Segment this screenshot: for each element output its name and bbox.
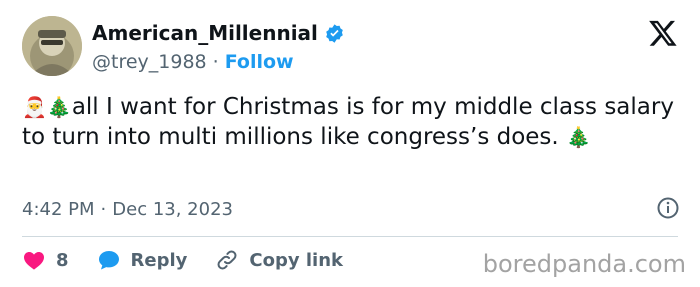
tweet-meta: 4:42 PM · Dec 13, 2023 bbox=[22, 196, 682, 222]
tweet-text: 🎅🎄all I want for Christmas is for my mid… bbox=[22, 92, 682, 152]
copy-link-label: Copy link bbox=[249, 249, 343, 271]
santa-emoji: 🎅 bbox=[22, 95, 47, 119]
reply-button[interactable]: Reply bbox=[97, 248, 188, 272]
x-logo-icon[interactable] bbox=[648, 18, 678, 48]
author-names: American_Millennial @trey_1988 · Follow bbox=[92, 18, 345, 76]
info-icon[interactable] bbox=[656, 196, 680, 220]
watermark: boredpanda.com bbox=[482, 250, 686, 278]
like-button[interactable]: 8 bbox=[22, 248, 69, 272]
timestamp-date[interactable]: Dec 13, 2023 bbox=[112, 199, 233, 220]
verified-badge-icon bbox=[326, 23, 343, 43]
display-name[interactable]: American_Millennial bbox=[92, 21, 318, 45]
reply-bubble-icon bbox=[98, 251, 119, 270]
display-name-row: American_Millennial bbox=[92, 18, 345, 48]
separator-dot: · bbox=[212, 51, 219, 73]
handle[interactable]: @trey_1988 bbox=[92, 51, 207, 73]
avatar-image bbox=[22, 16, 82, 76]
like-count: 8 bbox=[56, 249, 69, 271]
avatar[interactable] bbox=[22, 16, 82, 76]
handle-row: @trey_1988 · Follow bbox=[92, 48, 345, 76]
follow-button[interactable]: Follow bbox=[225, 51, 294, 73]
action-bar: 8 Reply Copy link bbox=[22, 246, 371, 274]
link-icon bbox=[217, 250, 237, 270]
copy-link-button[interactable]: Copy link bbox=[215, 248, 343, 272]
tweet-header: American_Millennial @trey_1988 · Follow bbox=[22, 14, 682, 78]
divider bbox=[22, 236, 678, 237]
reply-label: Reply bbox=[130, 249, 188, 271]
timestamp-separator: · bbox=[100, 198, 107, 220]
timestamp-time[interactable]: 4:42 PM bbox=[22, 199, 95, 220]
tree-emoji-end: 🎄 bbox=[566, 125, 591, 149]
heart-icon bbox=[24, 252, 44, 270]
tree-emoji: 🎄 bbox=[46, 95, 72, 119]
